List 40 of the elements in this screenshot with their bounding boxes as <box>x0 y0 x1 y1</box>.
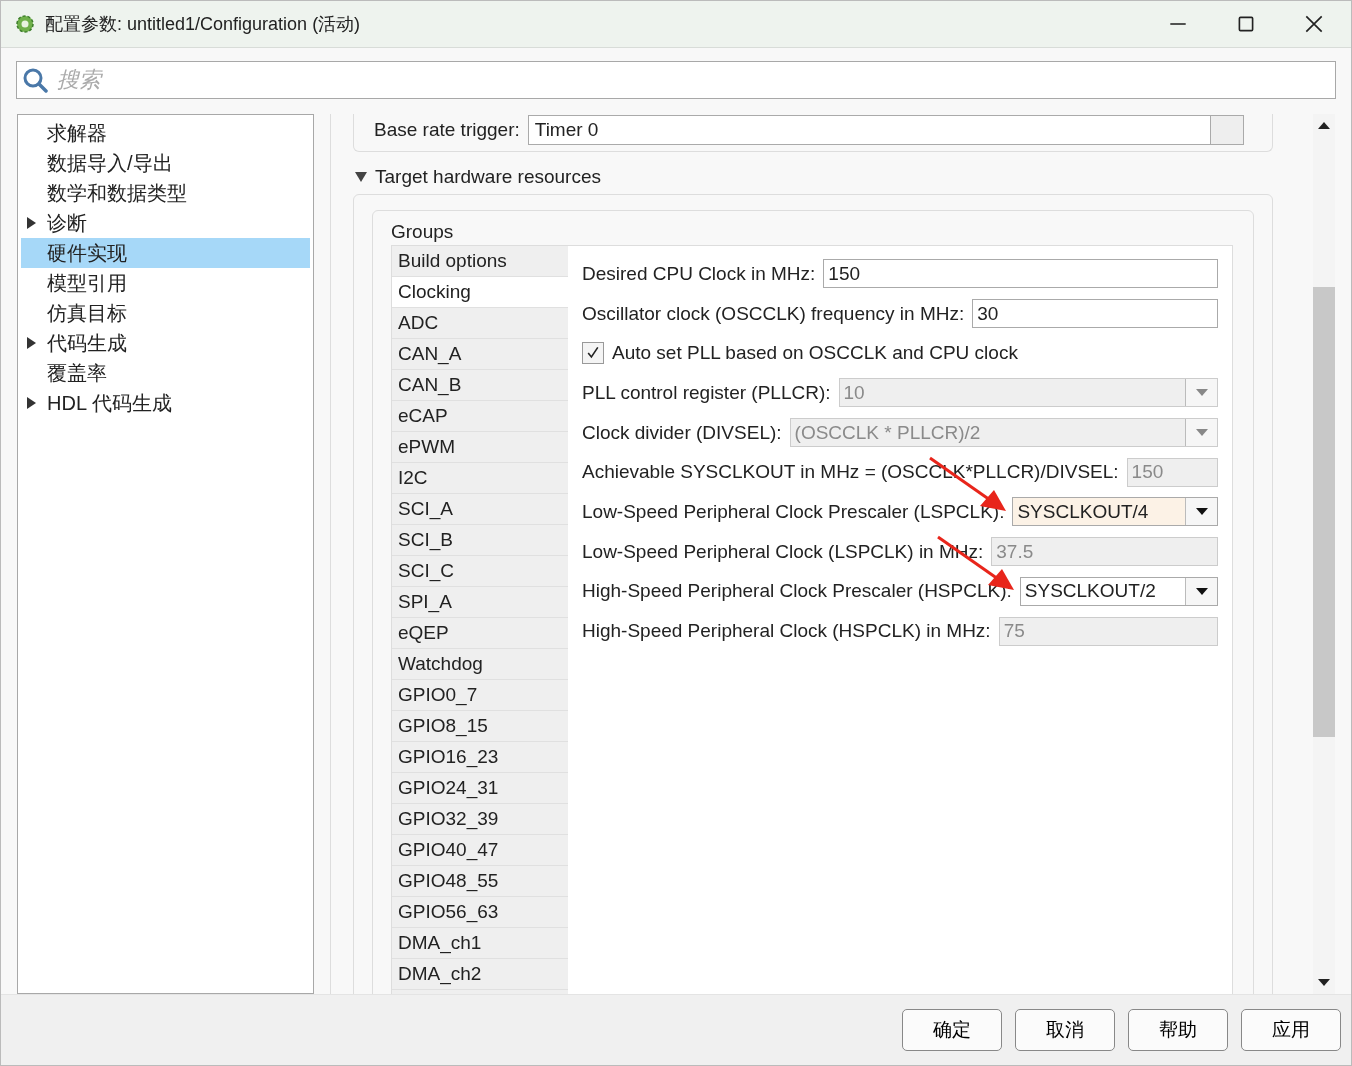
dropdown-field[interactable]: Timer 0 <box>527 115 1244 145</box>
gear-icon <box>15 14 35 34</box>
dialog-button[interactable]: 应用 <box>1241 1009 1341 1051</box>
tree-item[interactable]: 代码生成 <box>21 328 310 358</box>
input-field[interactable]: 150 <box>823 259 1218 289</box>
dialog-button[interactable]: 帮助 <box>1128 1009 1228 1051</box>
tree-item[interactable]: 数据导入/导出 <box>21 148 310 178</box>
checkbox-label: Auto set PLL based on OSCCLK and CPU clock <box>612 342 1018 365</box>
dialog-button[interactable]: 取消 <box>1015 1009 1115 1051</box>
field-label: Desired CPU Clock in MHz: <box>582 262 816 285</box>
tree-item[interactable]: 硬件实现 <box>21 238 310 268</box>
tree-item[interactable]: 覆盖率 <box>21 358 310 388</box>
expand-icon[interactable] <box>27 397 36 409</box>
dropdown-field[interactable]: SYSCLKOUT/4 <box>1012 497 1218 527</box>
dialog-button[interactable]: 确定 <box>902 1009 1002 1051</box>
tree-item[interactable]: 模型引用 <box>21 268 310 298</box>
window-title: 配置参数: untitled1/Configuration (活动) <box>45 13 361 36</box>
field-label: Base rate trigger: <box>374 119 520 141</box>
input-field[interactable]: 30 <box>972 299 1218 329</box>
tree-item[interactable]: 数学和数据类型 <box>21 178 310 208</box>
groups-title: Groups <box>391 221 455 243</box>
search-field[interactable]: 搜索 <box>16 61 1336 99</box>
expand-icon[interactable] <box>27 337 36 349</box>
field-label: High-Speed Peripheral Clock Prescaler (HSPCLK): <box>582 580 1012 603</box>
field-label: Clock divider (DIVSEL): <box>582 421 782 444</box>
tree-item[interactable]: HDL 代码生成 <box>21 388 310 418</box>
checkbox[interactable] <box>582 342 604 365</box>
tree-item[interactable]: 求解器 <box>21 118 310 148</box>
field-label: Oscillator clock (OSCCLK) frequency in MHz: <box>582 302 965 325</box>
tree-item[interactable]: 诊断 <box>21 208 310 238</box>
scrollbar[interactable] <box>1313 114 1335 994</box>
tree-item[interactable]: 仿真目标 <box>21 298 310 328</box>
section-title: Target hardware resources <box>375 166 601 188</box>
group-item[interactable]: Clocking <box>392 277 568 308</box>
expand-icon[interactable] <box>27 217 36 229</box>
field-label: High-Speed Peripheral Clock (HSPCLK) in MHz: <box>582 620 991 643</box>
field-label: PLL control register (PLLCR): <box>582 381 831 404</box>
close-icon[interactable] <box>1303 13 1325 35</box>
dropdown-field[interactable]: SYSCLKOUT/2 <box>1019 576 1218 606</box>
collapse-icon[interactable] <box>355 172 367 182</box>
